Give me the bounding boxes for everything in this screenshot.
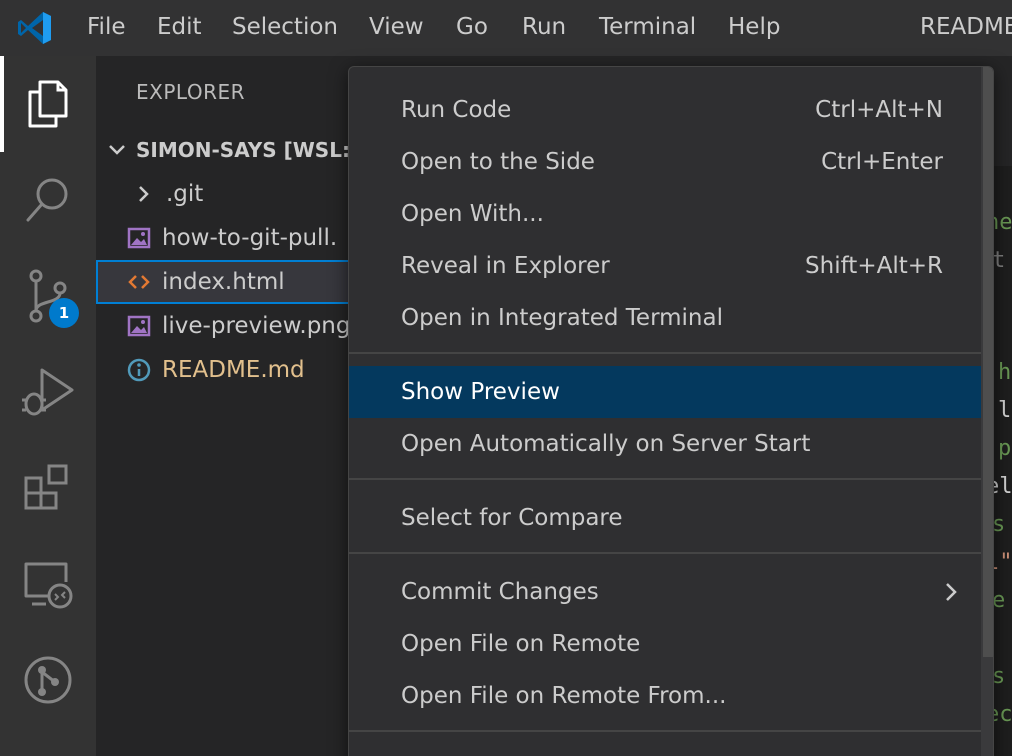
menu-item-label: Reveal in Explorer: [401, 253, 610, 279]
menu-item-label: Open With...: [401, 201, 544, 227]
search-icon: [26, 178, 68, 222]
menu-separator: [349, 730, 981, 732]
extensions-icon: [24, 464, 68, 510]
code-fragment: h: [998, 360, 1012, 385]
source-control-button[interactable]: [0, 248, 96, 344]
menu-item-show-preview[interactable]: Show Preview: [349, 366, 981, 418]
vscode-logo-icon: [18, 12, 51, 44]
activity-bar: 1: [0, 56, 96, 756]
menu-item-shortcut: Ctrl+Enter: [821, 149, 943, 175]
menu-edit[interactable]: Edit: [157, 12, 202, 42]
run-debug-icon: [22, 368, 74, 416]
code-fragment: p: [998, 436, 1012, 461]
menu-item-open-file-on-remote-from[interactable]: Open File on Remote From...: [349, 670, 981, 722]
tree-item-label: index.html: [162, 269, 285, 295]
menu-separator: [349, 352, 981, 354]
info-icon: [124, 355, 154, 385]
menu-view[interactable]: View: [369, 12, 424, 42]
git-graph-icon: [24, 656, 72, 704]
menu-scrollbar[interactable]: [981, 67, 993, 756]
menu-separator: [349, 552, 981, 554]
menu-selection[interactable]: Selection: [232, 12, 338, 42]
menu-item-open-in-terminal[interactable]: Open in Integrated Terminal: [349, 292, 981, 344]
image-file-icon: [124, 223, 154, 253]
html-file-icon: [124, 267, 154, 297]
remote-explorer-button[interactable]: [0, 536, 96, 632]
search-button[interactable]: [0, 152, 96, 248]
menu-item-label: Open File on Remote From...: [401, 683, 727, 709]
root-folder-label: SIMON-SAYS [WSL: U: [136, 138, 374, 162]
menu-file[interactable]: File: [87, 12, 126, 42]
menu-item-commit-changes[interactable]: Commit Changes: [349, 566, 981, 618]
menu-item-open-with[interactable]: Open With...: [349, 188, 981, 240]
menu-separator: [349, 478, 981, 480]
menu-item-label: Open File on Remote: [401, 631, 641, 657]
menu-go[interactable]: Go: [456, 12, 488, 42]
extensions-button[interactable]: [0, 440, 96, 536]
chevron-down-icon: [109, 145, 125, 155]
menu-item-label: Open to the Side: [401, 149, 595, 175]
menu-item-open-file-on-remote[interactable]: Open File on Remote: [349, 618, 981, 670]
files-icon: [28, 80, 68, 128]
git-graph-button[interactable]: [0, 632, 96, 728]
menu-item-label: Commit Changes: [401, 579, 599, 605]
code-fragment: l: [998, 398, 1012, 423]
menu-item-select-for-compare[interactable]: Select for Compare: [349, 492, 981, 544]
explorer-header: EXPLORER: [136, 80, 245, 104]
tree-item-label: .git: [166, 181, 204, 207]
menu-item-label: Open in Integrated Terminal: [401, 305, 723, 331]
tree-item-label: README.md: [162, 357, 305, 383]
menu-run[interactable]: Run: [522, 12, 566, 42]
menu-item-label: Select for Compare: [401, 505, 623, 531]
menu-item-run-code[interactable]: Run Code Ctrl+Alt+N: [349, 84, 981, 136]
menu-item-shortcut: Ctrl+Alt+N: [815, 97, 943, 123]
menu-item-reveal-in-explorer[interactable]: Reveal in Explorer Shift+Alt+R: [349, 240, 981, 292]
window-title: README: [920, 14, 1012, 40]
menu-item-label: Run Code: [401, 97, 512, 123]
menu-item-label: Open Automatically on Server Start: [401, 431, 811, 457]
tree-item-label: live-preview.png: [162, 313, 351, 339]
chevron-right-icon: [946, 583, 957, 601]
menu-terminal[interactable]: Terminal: [599, 12, 696, 42]
run-debug-button[interactable]: [0, 344, 96, 440]
remote-explorer-icon: [24, 562, 73, 609]
context-menu: Run Code Ctrl+Alt+N Open to the Side Ctr…: [348, 66, 994, 756]
menu-item-open-to-side[interactable]: Open to the Side Ctrl+Enter: [349, 136, 981, 188]
chevron-right-icon: [128, 179, 158, 209]
menu-help[interactable]: Help: [728, 12, 780, 42]
tree-item-label: how-to-git-pull.: [162, 225, 338, 251]
title-bar: File Edit Selection View Go Run Terminal…: [0, 0, 1012, 56]
source-control-badge: 1: [49, 298, 79, 328]
menu-item-open-automatically[interactable]: Open Automatically on Server Start: [349, 418, 981, 470]
menu-scrollbar-thumb[interactable]: [983, 67, 993, 657]
root-folder[interactable]: SIMON-SAYS [WSL: U: [106, 136, 373, 164]
menu-item-shortcut: Shift+Alt+R: [805, 253, 943, 279]
menu-item-label: Show Preview: [401, 379, 560, 405]
explorer-button[interactable]: [0, 56, 96, 152]
image-file-icon: [124, 311, 154, 341]
